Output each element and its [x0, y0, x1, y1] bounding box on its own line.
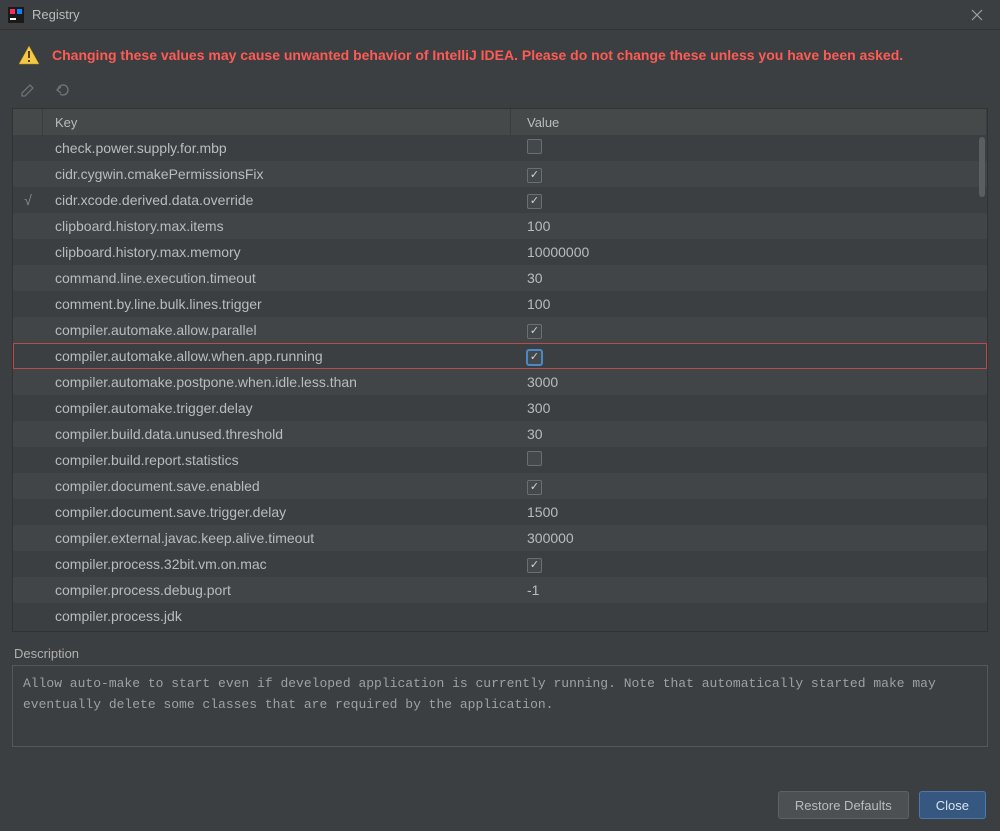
table-row[interactable]: clipboard.history.max.memory10000000 — [13, 239, 987, 265]
table-row[interactable]: compiler.build.report.statistics — [13, 447, 987, 473]
row-value[interactable] — [511, 321, 987, 339]
row-key: compiler.document.save.trigger.delay — [43, 504, 511, 520]
row-key: compiler.build.data.unused.threshold — [43, 426, 511, 442]
table-row[interactable]: check.power.supply.for.mbp — [13, 135, 987, 161]
row-key: compiler.automake.allow.parallel — [43, 322, 511, 338]
checkbox[interactable] — [527, 480, 542, 495]
checkbox[interactable] — [527, 139, 542, 154]
table-row[interactable]: compiler.automake.allow.parallel — [13, 317, 987, 343]
undo-icon — [54, 82, 70, 98]
table-row[interactable]: cidr.cygwin.cmakePermissionsFix — [13, 161, 987, 187]
row-value[interactable] — [511, 191, 987, 209]
header-key-col[interactable]: Key — [43, 109, 511, 135]
row-key: command.line.execution.timeout — [43, 270, 511, 286]
table-row[interactable]: compiler.document.save.enabled — [13, 473, 987, 499]
table-body: check.power.supply.for.mbp cidr.cygwin.cm… — [13, 135, 987, 631]
restore-defaults-button[interactable]: Restore Defaults — [778, 791, 909, 819]
table-row[interactable]: √cidr.xcode.derived.data.override — [13, 187, 987, 213]
description-box: Allow auto-make to start even if develop… — [12, 665, 988, 747]
checkbox[interactable] — [527, 324, 542, 339]
table-row[interactable]: compiler.build.data.unused.threshold30 — [13, 421, 987, 447]
toolbar — [0, 76, 1000, 108]
row-key: compiler.automake.trigger.delay — [43, 400, 511, 416]
table-row[interactable]: comment.by.line.bulk.lines.trigger100 — [13, 291, 987, 317]
row-value[interactable] — [511, 165, 987, 183]
pencil-icon — [20, 82, 36, 98]
row-value[interactable]: 100 — [511, 218, 987, 234]
row-key: cidr.cygwin.cmakePermissionsFix — [43, 166, 511, 182]
row-value[interactable]: 300 — [511, 400, 987, 416]
row-value[interactable] — [511, 555, 987, 573]
row-value[interactable]: -1 — [511, 582, 987, 598]
row-value[interactable] — [511, 347, 987, 365]
row-value[interactable]: 1500 — [511, 504, 987, 520]
table-row[interactable]: compiler.automake.trigger.delay300 — [13, 395, 987, 421]
row-value[interactable] — [511, 139, 987, 157]
app-icon — [8, 7, 24, 23]
row-key: compiler.external.javac.keep.alive.timeo… — [43, 530, 511, 546]
description-label: Description — [14, 646, 986, 661]
table-row[interactable]: compiler.automake.allow.when.app.running — [13, 343, 987, 369]
warning-icon — [18, 44, 40, 66]
row-key: compiler.automake.postpone.when.idle.les… — [43, 374, 511, 390]
row-key: cidr.xcode.derived.data.override — [43, 192, 511, 208]
registry-table: Key Value check.power.supply.for.mbp cidr… — [12, 108, 988, 632]
header-value-col[interactable]: Value — [511, 109, 987, 135]
row-key: clipboard.history.max.items — [43, 218, 511, 234]
row-value[interactable]: 100 — [511, 296, 987, 312]
row-value[interactable]: 30 — [511, 270, 987, 286]
table-row[interactable]: compiler.process.32bit.vm.on.mac — [13, 551, 987, 577]
row-key: compiler.automake.allow.when.app.running — [43, 348, 511, 364]
row-value[interactable]: 3000 — [511, 374, 987, 390]
warning-text: Changing these values may cause unwanted… — [52, 47, 903, 63]
row-key: clipboard.history.max.memory — [43, 244, 511, 260]
modified-mark: √ — [13, 192, 43, 208]
table-row[interactable]: compiler.automake.postpone.when.idle.les… — [13, 369, 987, 395]
row-key: compiler.process.jdk — [43, 608, 511, 624]
row-key: compiler.build.report.statistics — [43, 452, 511, 468]
window-title: Registry — [32, 7, 80, 22]
row-value[interactable]: 10000000 — [511, 244, 987, 260]
table-header: Key Value — [13, 109, 987, 135]
checkbox[interactable] — [527, 350, 542, 365]
warning-banner: Changing these values may cause unwanted… — [0, 30, 1000, 76]
table-row[interactable]: compiler.process.jdk — [13, 603, 987, 629]
row-key: compiler.process.debug.port — [43, 582, 511, 598]
row-key: compiler.process.32bit.vm.on.mac — [43, 556, 511, 572]
table-row[interactable]: command.line.execution.timeout30 — [13, 265, 987, 291]
row-value[interactable]: 30 — [511, 426, 987, 442]
table-row[interactable]: compiler.external.javac.keep.alive.timeo… — [13, 525, 987, 551]
titlebar: Registry — [0, 0, 1000, 30]
row-key: compiler.document.save.enabled — [43, 478, 511, 494]
checkbox[interactable] — [527, 194, 542, 209]
scrollbar-thumb[interactable] — [979, 137, 985, 197]
checkbox[interactable] — [527, 451, 542, 466]
row-key: comment.by.line.bulk.lines.trigger — [43, 296, 511, 312]
row-value[interactable] — [511, 451, 987, 469]
checkbox[interactable] — [527, 558, 542, 573]
row-value[interactable]: 300000 — [511, 530, 987, 546]
edit-button[interactable] — [18, 80, 38, 100]
dialog-buttons: Restore Defaults Close — [778, 791, 986, 819]
checkbox[interactable] — [527, 168, 542, 183]
close-button[interactable]: Close — [919, 791, 986, 819]
table-row[interactable]: compiler.process.debug.port-1 — [13, 577, 987, 603]
close-icon — [971, 9, 983, 21]
row-value[interactable] — [511, 477, 987, 495]
revert-button[interactable] — [52, 80, 72, 100]
table-row[interactable]: compiler.document.save.trigger.delay1500 — [13, 499, 987, 525]
table-row[interactable]: clipboard.history.max.items100 — [13, 213, 987, 239]
window-close-button[interactable] — [962, 0, 992, 30]
row-key: check.power.supply.for.mbp — [43, 140, 511, 156]
header-modified-col[interactable] — [13, 109, 43, 135]
